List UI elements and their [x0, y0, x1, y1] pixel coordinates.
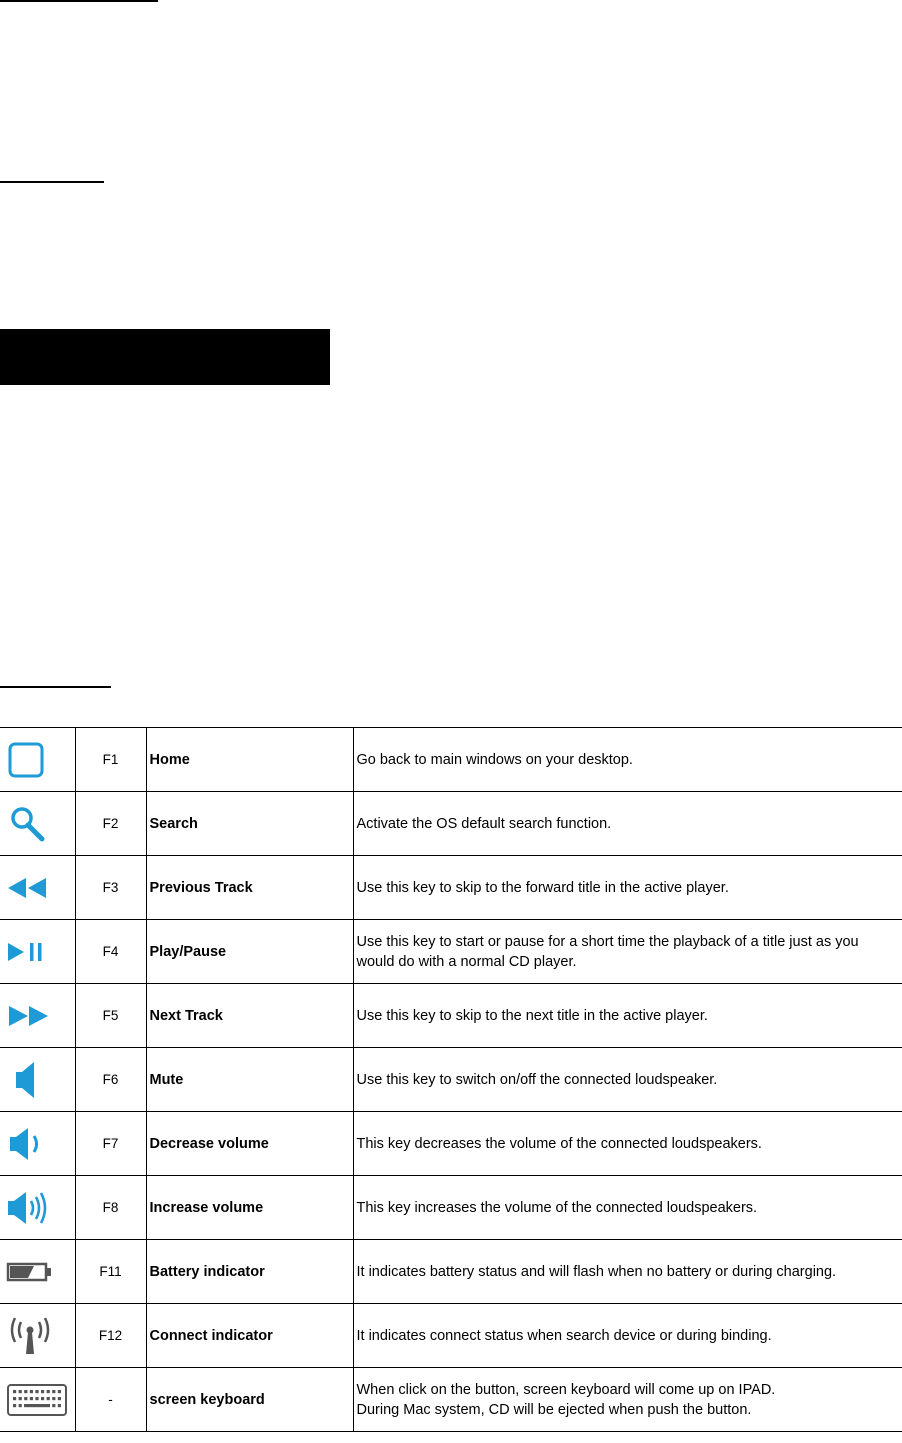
icon-cell	[0, 1239, 76, 1304]
play-pause-icon	[6, 940, 75, 964]
heading-underline-2	[0, 181, 104, 183]
mute-speaker-icon	[6, 1058, 75, 1102]
keyboard-icon	[6, 1383, 75, 1417]
function-description: Use this key to start or pause for a sho…	[352, 919, 902, 984]
function-name: Mute	[145, 1047, 354, 1112]
key-label: F1	[74, 727, 147, 792]
key-label: F3	[74, 855, 147, 920]
volume-up-icon	[6, 1188, 75, 1228]
table-row: F12 Connect indicator It indicates connect…	[0, 1303, 902, 1368]
description-line: During Mac system, CD will be ejected wh…	[356, 1401, 752, 1418]
icon-cell	[0, 1047, 76, 1112]
function-description: Use this key to switch on/off the connec…	[352, 1047, 902, 1112]
icon-cell	[0, 1367, 76, 1432]
fast-forward-icon	[6, 1004, 75, 1028]
heading-underline-3	[0, 686, 111, 688]
description-line: Go back to main windows on your desktop.	[356, 751, 633, 768]
icon-cell	[0, 983, 76, 1048]
function-description: This key decreases the volume of the con…	[352, 1111, 902, 1176]
function-name: Search	[145, 791, 354, 856]
key-label: F12	[74, 1303, 147, 1368]
function-name: Decrease volume	[145, 1111, 354, 1176]
antenna-icon	[6, 1314, 75, 1358]
key-label: F7	[74, 1111, 147, 1176]
icon-cell	[0, 1175, 76, 1240]
icon-cell	[0, 727, 76, 792]
key-label: -	[74, 1367, 147, 1432]
table-row: F8 Increase volume This key increases the …	[0, 1175, 902, 1240]
home-square-icon	[6, 740, 75, 780]
table-row: F6 Mute Use this key to switch on/off the …	[0, 1047, 902, 1112]
description-line: When click on the button, screen keyboar…	[356, 1381, 776, 1398]
function-description: It indicates battery status and will fla…	[352, 1239, 902, 1304]
key-label: F2	[74, 791, 147, 856]
icon-cell	[0, 919, 76, 984]
function-description: Use this key to skip to the forward titl…	[352, 855, 902, 920]
function-name: Connect indicator	[145, 1303, 354, 1368]
function-name: screen keyboard	[145, 1367, 354, 1432]
function-name: Play/Pause	[145, 919, 354, 984]
table-row: F2 Search Activate the OS default search f…	[0, 791, 902, 856]
description-line: Use this key to switch on/off the connec…	[356, 1071, 718, 1088]
search-icon	[6, 804, 75, 844]
description-line: Use this key to skip to the next title i…	[356, 1007, 708, 1024]
description-line: It indicates connect status when search …	[356, 1327, 772, 1344]
key-label: F4	[74, 919, 147, 984]
volume-down-icon	[6, 1124, 75, 1164]
function-description: Activate the OS default search function.	[352, 791, 902, 856]
icon-cell	[0, 1303, 76, 1368]
table-row: F3 Previous Track Use this key to skip to …	[0, 855, 902, 920]
rewind-icon	[6, 876, 75, 900]
function-key-table: F1 Home Go back to main windows on your de…	[0, 727, 902, 1432]
key-label: F6	[74, 1047, 147, 1112]
function-name: Home	[145, 727, 354, 792]
description-line: Use this key to skip to the forward titl…	[356, 879, 729, 896]
icon-cell	[0, 791, 76, 856]
function-name: Increase volume	[145, 1175, 354, 1240]
description-line: Activate the OS default search function.	[356, 815, 612, 832]
redacted-heading-bar	[0, 329, 330, 385]
battery-icon	[6, 1260, 75, 1284]
function-description: This key increases the volume of the con…	[352, 1175, 902, 1240]
key-label: F5	[74, 983, 147, 1048]
key-label: F11	[74, 1239, 147, 1304]
function-description: When click on the button, screen keyboar…	[352, 1367, 902, 1432]
function-description: It indicates connect status when search …	[352, 1303, 902, 1368]
function-name: Battery indicator	[145, 1239, 354, 1304]
function-name: Next Track	[145, 983, 354, 1048]
function-description: Go back to main windows on your desktop.	[352, 727, 902, 792]
table-row: F7 Decrease volume This key decreases the …	[0, 1111, 902, 1176]
table-row: F4 Play/Pause Use this key to start or pau…	[0, 919, 902, 984]
icon-cell	[0, 1111, 76, 1176]
heading-underline-1	[0, 0, 158, 2]
table-row: F11 Battery indicator It indicates battery…	[0, 1239, 902, 1304]
function-name: Previous Track	[145, 855, 354, 920]
description-line: This key increases the volume of the con…	[356, 1199, 758, 1216]
description-line: Use this key to start or pause for a sho…	[356, 933, 859, 970]
description-line: It indicates battery status and will fla…	[356, 1263, 837, 1280]
description-line: This key decreases the volume of the con…	[356, 1135, 762, 1152]
icon-cell	[0, 855, 76, 920]
key-label: F8	[74, 1175, 147, 1240]
function-description: Use this key to skip to the next title i…	[352, 983, 902, 1048]
table-row: F5 Next Track Use this key to skip to the …	[0, 983, 902, 1048]
table-row: F1 Home Go back to main windows on your de…	[0, 727, 902, 792]
table-row: - screen keyboard When click on the button…	[0, 1367, 902, 1432]
